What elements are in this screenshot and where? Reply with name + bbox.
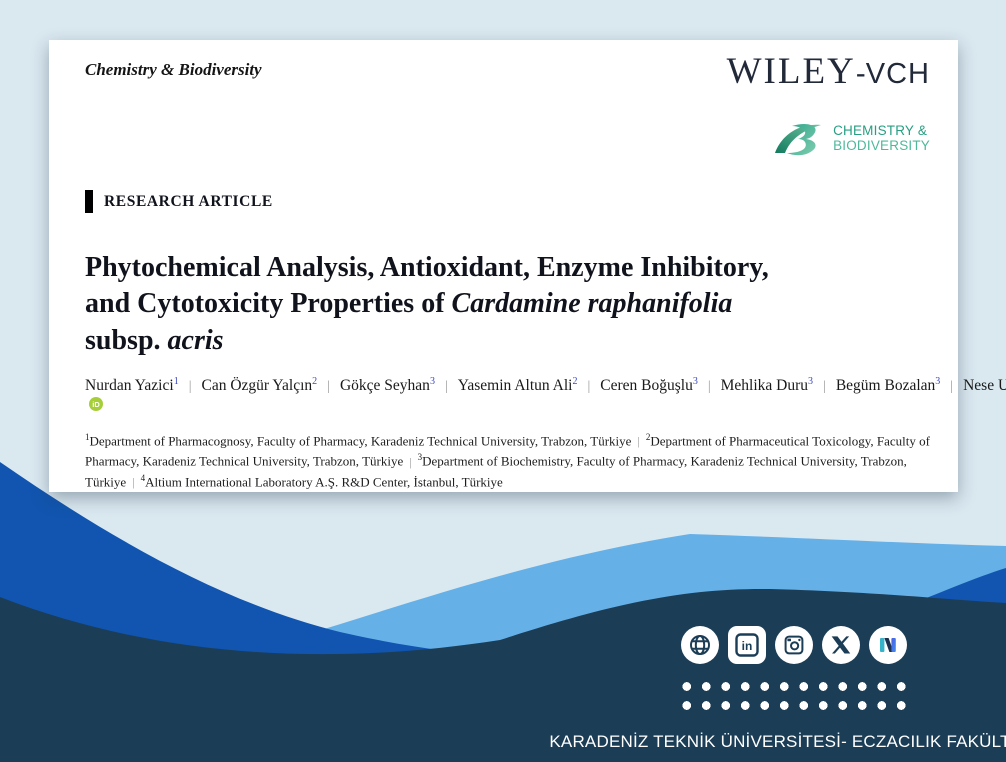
author: Gökçe Seyhan3 <box>340 377 435 394</box>
nsosyal-n-icon <box>876 633 900 657</box>
university-name: KARADENİZ TEKNİK ÜNİVERSİTESİ- ECZACILIK… <box>549 732 1006 752</box>
nsosyal-link[interactable] <box>869 626 907 664</box>
journal-swoosh-b-icon <box>774 120 826 158</box>
social-icons-row: in <box>681 626 907 664</box>
species-name: Cardamine raphanifolia <box>452 288 733 319</box>
linkedin-icon: in <box>734 632 760 658</box>
x-twitter-icon <box>830 634 852 656</box>
journal-logo-wordmark: CHEMISTRY & BIODIVERSITY <box>833 124 930 153</box>
section-label-text: RESEARCH ARTICLE <box>104 193 273 211</box>
journal-name: Chemistry & Biodiversity <box>85 60 262 80</box>
instagram-link[interactable] <box>775 626 813 664</box>
chemistry-biodiversity-logo: CHEMISTRY & BIODIVERSITY <box>774 120 930 158</box>
author-separator: | <box>698 379 721 394</box>
author-separator: | <box>577 379 600 394</box>
author: Can Özgür Yalçın2 <box>202 377 318 394</box>
wiley-logo-text: WILEY <box>727 51 856 92</box>
author: Nurdan Yazici1 <box>85 377 179 394</box>
wiley-logo-dash: - <box>856 57 866 90</box>
subspecies-name: acris <box>168 325 224 356</box>
title-line-3: subsp. acris <box>85 323 905 359</box>
author-separator: | <box>435 379 458 394</box>
instagram-icon <box>782 633 806 657</box>
author: Nese Ular Çağatay4 <box>963 377 1006 394</box>
author-list: Nurdan Yazici1|Can Özgür Yalçın2|Gökçe S… <box>85 374 937 425</box>
author-separator: | <box>179 379 202 394</box>
affiliation-separator: | <box>631 434 645 448</box>
affiliation-separator: | <box>126 475 140 489</box>
footer-social-block: in <box>584 626 1004 752</box>
svg-text:in: in <box>742 639 753 653</box>
affiliation: Department of Pharmacognosy, Faculty of … <box>90 433 632 448</box>
vch-logo-text: VCH <box>866 58 930 90</box>
author: Yasemin Altun Ali2 <box>458 377 578 394</box>
section-label-bar <box>85 190 93 213</box>
x-twitter-link[interactable] <box>822 626 860 664</box>
wiley-vch-logo: WILEY-VCH <box>727 50 930 93</box>
journal-logo-line2: BIODIVERSITY <box>833 139 930 154</box>
affiliations: 1Department of Pharmacognosy, Faculty of… <box>85 431 935 492</box>
author-separator: | <box>317 379 340 394</box>
svg-text:iD: iD <box>92 400 100 409</box>
author: Begüm Bozalan3 <box>836 377 940 394</box>
section-label: RESEARCH ARTICLE <box>85 190 273 213</box>
title-line-1: Phytochemical Analysis, Antioxidant, Enz… <box>85 250 905 286</box>
article-title: Phytochemical Analysis, Antioxidant, Enz… <box>85 250 905 359</box>
article-first-page: Chemistry & Biodiversity WILEY-VCH CHEMI… <box>49 40 958 492</box>
author-separator: | <box>813 379 836 394</box>
journal-logo-line1: CHEMISTRY & <box>833 124 930 139</box>
author-separator: | <box>940 379 963 394</box>
dots-pattern <box>677 677 911 715</box>
affiliation: Altium International Laboratory A.Ş. R&D… <box>145 474 503 489</box>
affiliation-separator: | <box>403 455 417 469</box>
website-link[interactable] <box>681 626 719 664</box>
linkedin-link[interactable]: in <box>728 626 766 664</box>
orcid-icon[interactable]: iD <box>89 397 103 411</box>
globe-icon <box>688 633 712 657</box>
title-line-2: and Cytotoxicity Properties of Cardamine… <box>85 286 905 322</box>
author: Mehlika Duru3 <box>721 377 813 394</box>
author: Ceren Boğuşlu3 <box>600 377 698 394</box>
